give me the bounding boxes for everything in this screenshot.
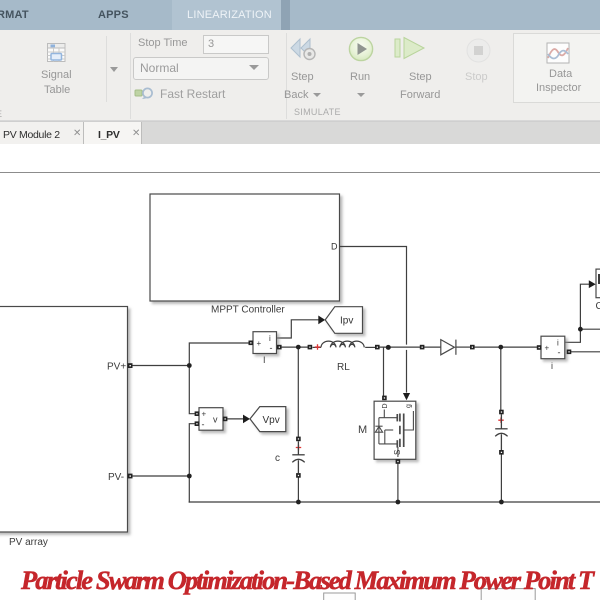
svg-text:PV-: PV- bbox=[108, 472, 124, 483]
svg-text:-: - bbox=[558, 348, 561, 358]
svg-text:MPPT Controller: MPPT Controller bbox=[211, 305, 285, 316]
svg-text:i: i bbox=[557, 339, 559, 348]
svg-text:+: + bbox=[257, 339, 262, 348]
svg-text:D: D bbox=[331, 242, 338, 252]
svg-text:S: S bbox=[393, 450, 402, 455]
svg-text:I: I bbox=[263, 355, 266, 365]
svg-text:PV array: PV array bbox=[9, 537, 48, 548]
svg-text:-: - bbox=[270, 343, 273, 353]
svg-text:M: M bbox=[358, 424, 367, 436]
svg-text:i: i bbox=[551, 361, 553, 371]
svg-text:g: g bbox=[406, 404, 413, 408]
svg-text:Ipv: Ipv bbox=[340, 316, 353, 327]
svg-text:+: + bbox=[545, 344, 550, 353]
svg-text:-: - bbox=[202, 420, 205, 430]
svg-text:i: i bbox=[269, 334, 271, 343]
svg-text:c: c bbox=[275, 453, 280, 464]
svg-text:PV+: PV+ bbox=[107, 362, 126, 373]
svg-text:C: C bbox=[596, 301, 600, 312]
svg-text:D: D bbox=[382, 403, 389, 408]
svg-text:RL: RL bbox=[337, 362, 350, 373]
svg-text:v: v bbox=[213, 415, 218, 425]
svg-text:+: + bbox=[202, 410, 207, 419]
svg-text:Vpv: Vpv bbox=[263, 415, 280, 426]
